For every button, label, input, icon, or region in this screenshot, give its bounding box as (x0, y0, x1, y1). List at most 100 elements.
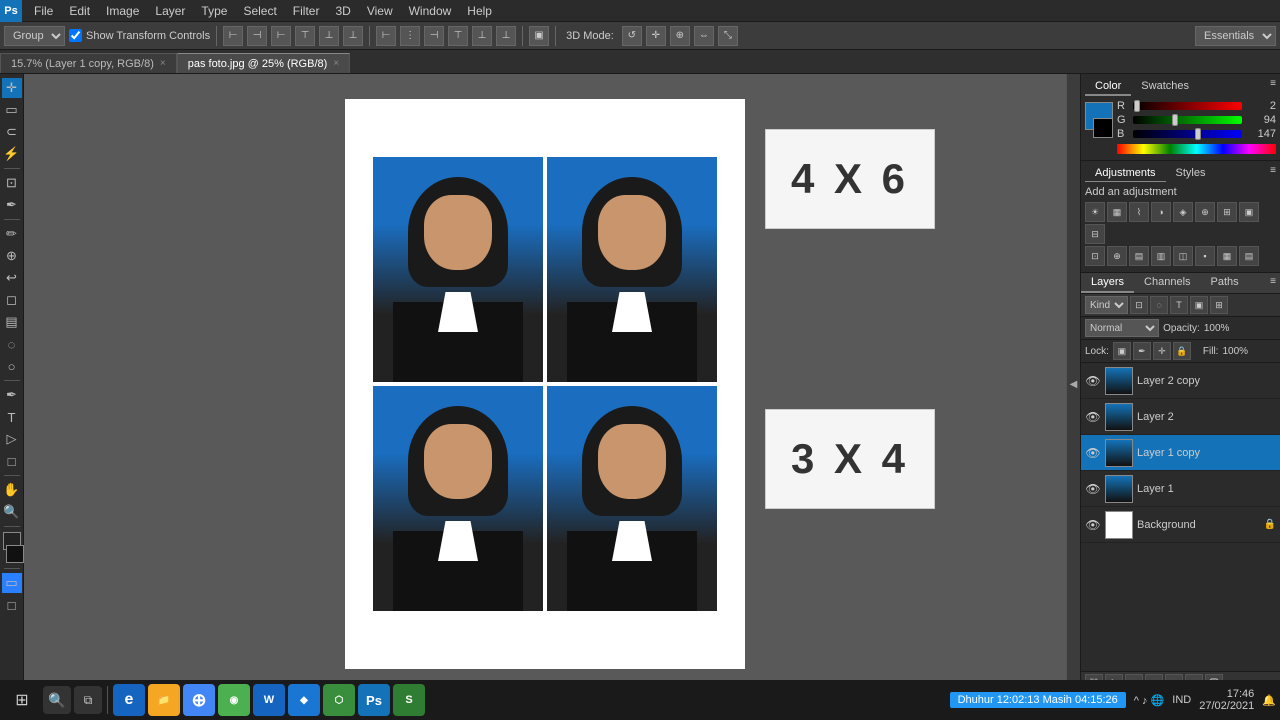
distribute-right-icon[interactable]: ⊣ (424, 26, 444, 46)
transform-controls-checkbox[interactable] (69, 29, 82, 42)
align-top-icon[interactable]: ⊤ (295, 26, 315, 46)
channelmix-adj[interactable]: ⊟ (1085, 224, 1105, 244)
taskbar-blue1[interactable]: ◆ (288, 684, 320, 716)
background-swatch[interactable] (1093, 118, 1113, 138)
layer-visibility-layer1[interactable]: 👁 (1085, 481, 1101, 497)
taskbar-notification[interactable]: 🔔 (1262, 694, 1276, 707)
clone-tool[interactable]: ⊕ (2, 246, 22, 266)
orbit-icon[interactable]: ⊕ (670, 26, 690, 46)
eraser-tool[interactable]: ◻ (2, 290, 22, 310)
magic-wand-tool[interactable]: ⚡ (2, 144, 22, 164)
layer-kind-filter[interactable]: Kind (1085, 296, 1128, 314)
levels-adj[interactable]: ▦ (1107, 202, 1127, 222)
layer-item-layer1copy[interactable]: 👁 Layer 1 copy (1081, 435, 1280, 471)
photofilt-adj[interactable]: ▣ (1239, 202, 1259, 222)
menu-help[interactable]: Help (459, 2, 500, 20)
start-btn[interactable]: ⊞ (4, 682, 40, 718)
lock-all-icon[interactable]: 🔒 (1173, 342, 1191, 360)
eyedropper-tool[interactable]: ✒ (2, 195, 22, 215)
invert-adj[interactable]: ⊡ (1085, 246, 1105, 266)
layers-panel-menu[interactable]: ≡ (1266, 273, 1280, 293)
taskbar-green3[interactable]: S (393, 684, 425, 716)
tab-adjustments[interactable]: Adjustments (1085, 165, 1166, 182)
distribute-middle-icon[interactable]: ⊥ (472, 26, 492, 46)
lock-pixels-icon[interactable]: ▣ (1113, 342, 1131, 360)
layer-item-layer2copy[interactable]: 👁 Layer 2 copy (1081, 363, 1280, 399)
taskbar-ps[interactable]: Ps (358, 684, 390, 716)
tab-close-0[interactable]: × (160, 58, 166, 69)
selectcolor-adj[interactable]: ◫ (1173, 246, 1193, 266)
group-select[interactable]: Group (4, 26, 65, 46)
taskbar-explorer[interactable]: 📁 (148, 684, 180, 716)
blend-mode-select[interactable]: Normal (1085, 319, 1159, 337)
layer-item-layer1[interactable]: 👁 Layer 1 (1081, 471, 1280, 507)
taskbar-edge[interactable]: e (113, 684, 145, 716)
b-thumb[interactable] (1195, 128, 1201, 140)
distribute-center-icon[interactable]: ⋮ (400, 26, 420, 46)
move-tool[interactable]: ✛ (2, 78, 22, 98)
standard-mode-btn[interactable]: ▭ (2, 573, 22, 593)
taskbar-word[interactable]: W (253, 684, 285, 716)
align-bottom-icon[interactable]: ⊥ (343, 26, 363, 46)
tab-layers[interactable]: Layers (1081, 273, 1134, 293)
arrange-icon[interactable]: ▣ (529, 26, 549, 46)
hand-tool[interactable]: ✋ (2, 480, 22, 500)
distribute-left-icon[interactable]: ⊢ (376, 26, 396, 46)
slide-icon[interactable]: ⇔ (694, 26, 714, 46)
r-track[interactable] (1133, 102, 1242, 110)
lock-move-icon[interactable]: ✛ (1153, 342, 1171, 360)
vibrance-adj[interactable]: ◈ (1173, 202, 1193, 222)
dodge-tool[interactable]: ○ (2, 356, 22, 376)
pen-tool[interactable]: ✒ (2, 385, 22, 405)
tab-color[interactable]: Color (1085, 78, 1131, 96)
g-track[interactable] (1133, 116, 1242, 124)
taskbar-chrome[interactable]: ⊕ (183, 684, 215, 716)
path-select-tool[interactable]: ▷ (2, 429, 22, 449)
curves-adj[interactable]: ⌇ (1129, 202, 1149, 222)
gradient-adj[interactable]: ▦ (1217, 246, 1237, 266)
colorbalance-adj[interactable]: ⊞ (1217, 202, 1237, 222)
layer-filter-type[interactable]: ⊡ (1130, 296, 1148, 314)
zoom-tool[interactable]: 🔍 (2, 502, 22, 522)
layer-visibility-background[interactable]: 👁 (1085, 517, 1101, 533)
gradient-tool[interactable]: ▤ (2, 312, 22, 332)
taskbar-green1[interactable]: ◉ (218, 684, 250, 716)
taskbar-green2[interactable]: ⬡ (323, 684, 355, 716)
marquee-tool[interactable]: ▭ (2, 100, 22, 120)
menu-3d[interactable]: 3D (327, 2, 358, 20)
tab-close-1[interactable]: × (333, 58, 339, 69)
tab-styles[interactable]: Styles (1166, 165, 1216, 182)
right-panel-collapse[interactable]: ◀ (1066, 74, 1080, 694)
layer-item-background[interactable]: 👁 Background 🔒 (1081, 507, 1280, 543)
menu-select[interactable]: Select (235, 2, 284, 20)
scale3d-icon[interactable]: ⤡ (718, 26, 738, 46)
menu-window[interactable]: Window (401, 2, 460, 20)
align-right-icon[interactable]: ⊢ (271, 26, 291, 46)
pan-icon[interactable]: ✛ (646, 26, 666, 46)
shape-tool[interactable]: □ (2, 451, 22, 471)
align-left-icon[interactable]: ⊢ (223, 26, 243, 46)
posterize-adj[interactable]: ⊕ (1107, 246, 1127, 266)
essentials-select[interactable]: Essentials (1195, 26, 1276, 46)
tab-swatches[interactable]: Swatches (1131, 78, 1199, 96)
menu-filter[interactable]: Filter (285, 2, 328, 20)
fullscreen-mode-btn[interactable]: □ (2, 595, 22, 615)
lasso-tool[interactable]: ⊂ (2, 122, 22, 142)
distribute-top-icon[interactable]: ⊤ (448, 26, 468, 46)
g-thumb[interactable] (1172, 114, 1178, 126)
tab-layer1copy[interactable]: 15.7% (Layer 1 copy, RGB/8) × (0, 53, 177, 73)
color-spectrum[interactable] (1117, 144, 1276, 154)
align-middle-icon[interactable]: ⊥ (319, 26, 339, 46)
blur-tool[interactable]: ◌ (2, 334, 22, 354)
background-color[interactable] (6, 545, 24, 563)
b-track[interactable] (1133, 130, 1242, 138)
rotate-icon[interactable]: ↺ (622, 26, 642, 46)
search-taskbar-btn[interactable]: 🔍 (43, 686, 71, 714)
layer-visibility-layer2copy[interactable]: 👁 (1085, 373, 1101, 389)
layer-item-layer2[interactable]: 👁 Layer 2 (1081, 399, 1280, 435)
tab-pasfoto[interactable]: pas foto.jpg @ 25% (RGB/8) × (177, 53, 350, 73)
taskview-btn[interactable]: ⧉ (74, 686, 102, 714)
menu-type[interactable]: Type (193, 2, 235, 20)
pattern-adj[interactable]: ▤ (1239, 246, 1259, 266)
menu-image[interactable]: Image (98, 2, 147, 20)
